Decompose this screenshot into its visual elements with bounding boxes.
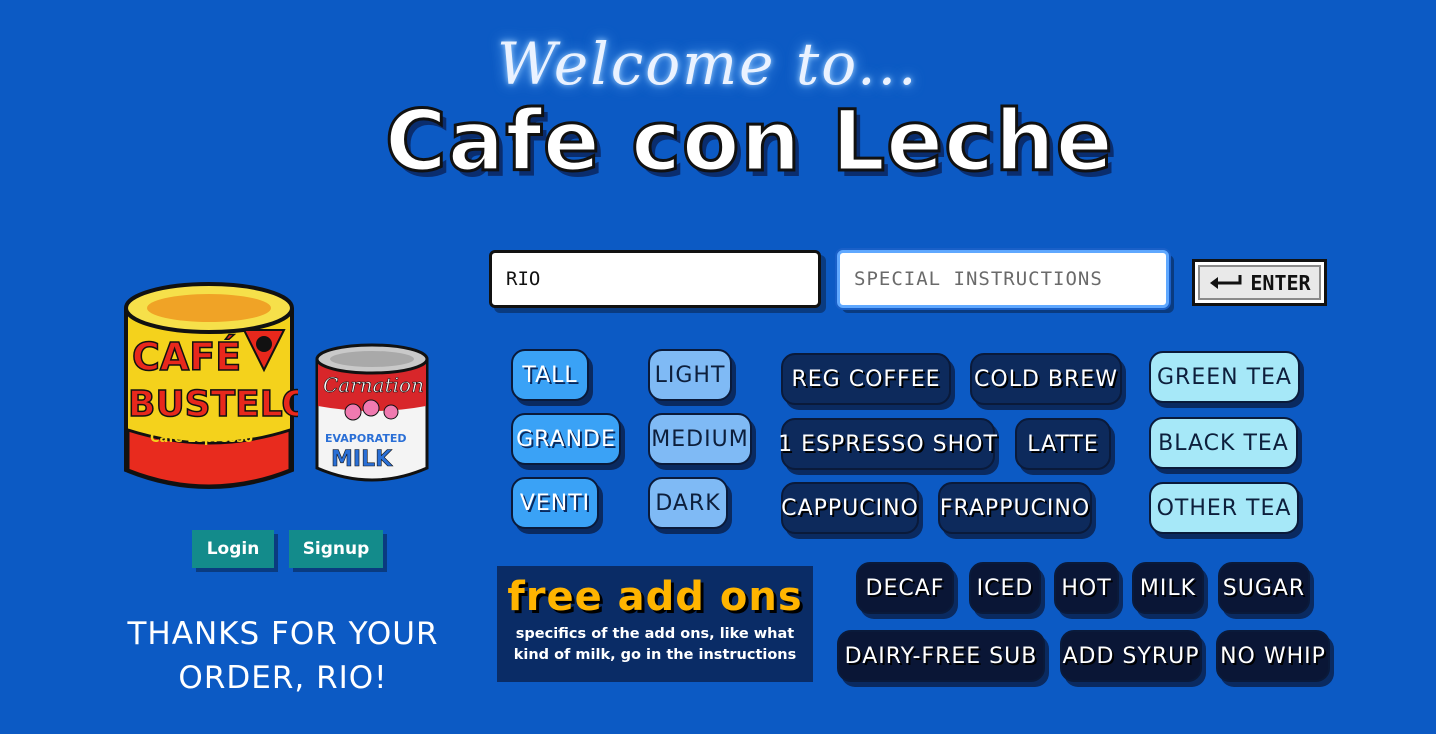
signup-button[interactable]: Signup — [289, 530, 383, 568]
svg-text:BUSTELO: BUSTELO — [128, 384, 298, 425]
addon-decaf-button[interactable]: DECAF — [856, 562, 954, 614]
svg-text:CAFÉ: CAFÉ — [132, 335, 241, 379]
addon-hot-button[interactable]: HOT — [1054, 562, 1119, 614]
drink-frappucino-button[interactable]: FRAPPUCINO — [938, 482, 1092, 534]
free-add-ons-panel: free add ons specifics of the add ons, l… — [497, 566, 813, 682]
roast-light-button[interactable]: LIGHT — [648, 349, 732, 401]
tea-green-button[interactable]: GREEN TEA — [1149, 351, 1300, 403]
addon-milk-button[interactable]: MILK — [1132, 562, 1204, 614]
drink-reg-coffee-button[interactable]: REG COFFEE — [781, 353, 951, 405]
addon-dairy-free-sub-button[interactable]: DAIRY-FREE SUB — [837, 630, 1045, 682]
addon-sugar-button[interactable]: SUGAR — [1218, 562, 1310, 614]
roast-medium-button[interactable]: MEDIUM — [648, 413, 752, 465]
drink-espresso-shot-button[interactable]: 1 ESPRESSO SHOT — [778, 418, 997, 470]
drink-latte-button[interactable]: LATTE — [1015, 418, 1111, 470]
size-venti-button[interactable]: VENTI — [511, 477, 599, 529]
enter-label: ENTER — [1250, 270, 1311, 295]
roast-dark-button[interactable]: DARK — [648, 477, 728, 529]
name-input[interactable] — [489, 250, 821, 308]
free-add-ons-title: free add ons — [507, 574, 803, 620]
svg-text:Carnation: Carnation — [323, 373, 424, 397]
addon-no-whip-button[interactable]: NO WHIP — [1216, 630, 1330, 682]
cafe-bustelo-can-image: CAFÉ BUSTELO Cafe Espresso — [124, 282, 298, 489]
svg-text:Cafe Espresso: Cafe Espresso — [150, 431, 253, 446]
drink-cold-brew-button[interactable]: COLD BREW — [970, 353, 1122, 405]
page-title: Cafe con Leche — [384, 91, 1115, 192]
size-tall-button[interactable]: TALL — [511, 349, 589, 401]
enter-arrow-icon — [1208, 271, 1242, 295]
carnation-milk-can-image: Carnation EVAPORATED MILK — [315, 343, 429, 482]
tea-black-button[interactable]: BLACK TEA — [1149, 417, 1298, 469]
size-grande-button[interactable]: GRANDE — [511, 413, 621, 465]
enter-button[interactable]: ENTER — [1192, 259, 1327, 306]
login-button[interactable]: Login — [192, 530, 274, 568]
free-add-ons-subtitle: specifics of the add ons, like what kind… — [513, 626, 797, 663]
svg-text:EVAPORATED: EVAPORATED — [325, 432, 407, 445]
tea-other-button[interactable]: OTHER TEA — [1149, 482, 1299, 534]
addon-iced-button[interactable]: ICED — [969, 562, 1041, 614]
addon-add-syrup-button[interactable]: ADD SYRUP — [1060, 630, 1202, 682]
special-instructions-input[interactable] — [837, 250, 1169, 308]
svg-text:MILK: MILK — [331, 447, 393, 472]
order-confirmation-text: THANKS FOR YOUR ORDER, RIO! — [127, 616, 439, 696]
drink-cappucino-button[interactable]: CAPPUCINO — [781, 482, 919, 534]
